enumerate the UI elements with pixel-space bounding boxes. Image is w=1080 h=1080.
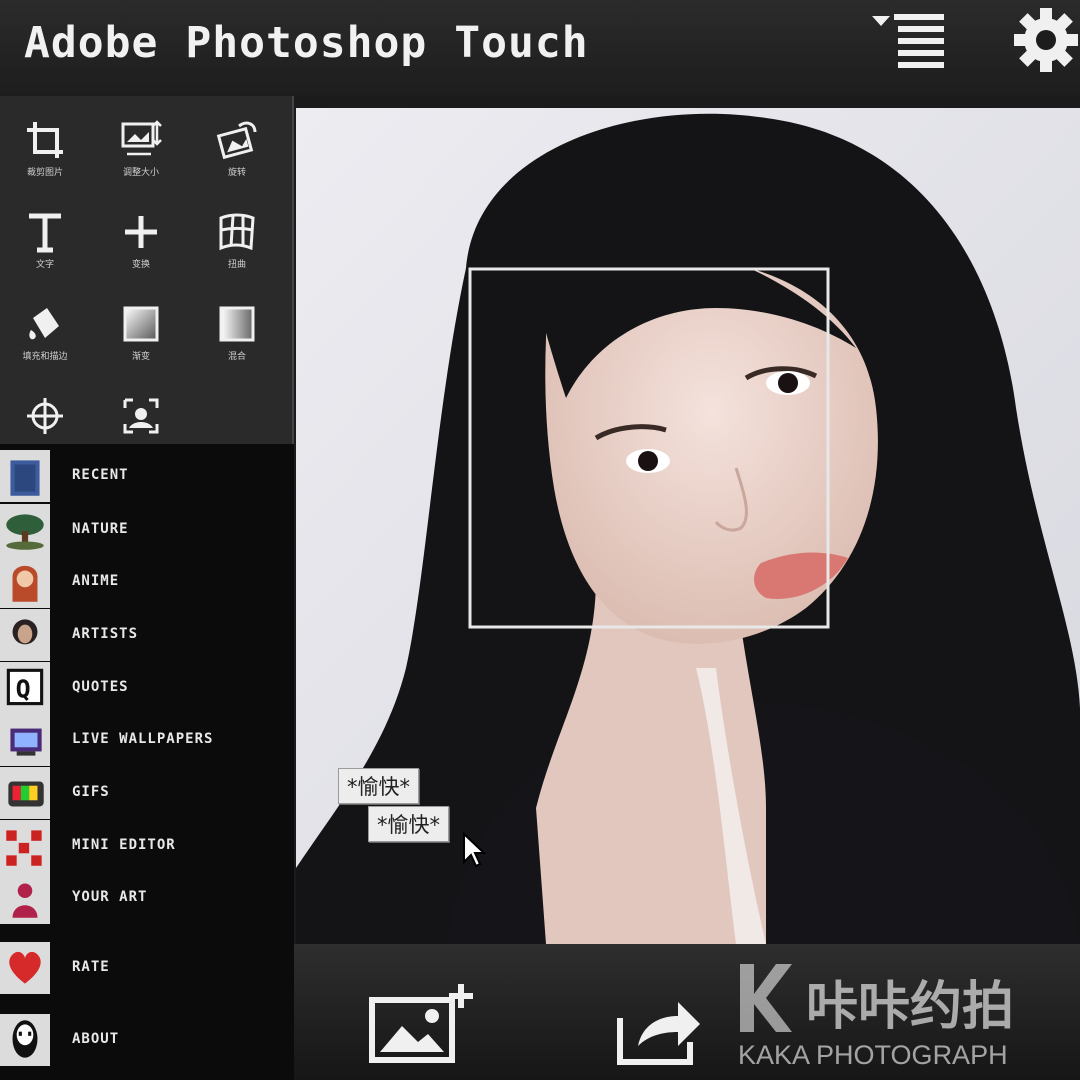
tooltip: *愉快*: [338, 768, 419, 804]
tool-label: 旋转: [227, 168, 246, 178]
resize-image-icon: [121, 120, 162, 156]
tool-paint-bucket[interactable]: 填充和描边: [0, 280, 90, 366]
watermark-brand: 咔咔约拍: [806, 977, 1015, 1037]
watermark-logo: [740, 964, 792, 1032]
tool-resize-image[interactable]: 调整大小: [96, 96, 186, 182]
paint-bucket-icon: [29, 308, 59, 340]
heart-icon: [0, 942, 50, 994]
transform-plus-icon: [125, 216, 157, 248]
mini-editor-thumb: [0, 820, 50, 872]
your-art-thumb: [0, 872, 50, 924]
tool-panel: 裁剪图片 调整大小 旋转文字 变换 扭曲填充和描边 渐变 混合: [0, 96, 294, 492]
watermark: 咔咔约拍 KAKA PHOTOGRAPH: [736, 958, 1066, 1076]
tool-label: 填充和描边: [22, 352, 68, 362]
sidebar-item-rate[interactable]: RATE: [0, 942, 294, 994]
sidebar-item-label: RECENT: [72, 467, 129, 483]
sidebar-item-about[interactable]: ABOUT: [0, 1014, 294, 1066]
app-title: Adobe Photoshop Touch: [24, 18, 589, 68]
top-bar: Adobe Photoshop Touch: [0, 0, 1080, 96]
sidebar-item-quotes[interactable]: Q QUOTES: [0, 662, 294, 714]
mouse-cursor-icon: [463, 832, 486, 868]
tool-warp-grid[interactable]: 扭曲: [192, 188, 282, 274]
sidebar-item-label: LIVE WALLPAPERS: [72, 731, 214, 747]
tool-transform-plus[interactable]: 变换: [96, 188, 186, 274]
text-icon: [29, 213, 61, 253]
sidebar-item-gifs[interactable]: GIFS: [0, 767, 294, 819]
tool-gradient[interactable]: 渐变: [96, 280, 186, 366]
tool-label: 扭曲: [227, 260, 246, 270]
share-icon[interactable]: [612, 990, 704, 1066]
watermark-subtitle: KAKA PHOTOGRAPH: [738, 1040, 1008, 1070]
gear-icon[interactable]: [1010, 4, 1080, 74]
target-icon: [27, 398, 63, 434]
about-icon: [0, 1014, 50, 1066]
sidebar-item-nature[interactable]: NATURE: [0, 504, 294, 556]
tool-label: 调整大小: [122, 168, 159, 178]
sidebar-item-label: MINI EDITOR: [72, 837, 176, 853]
gifs-thumb: [0, 767, 50, 819]
add-image-icon[interactable]: [366, 980, 480, 1066]
sidebar-item-label: ABOUT: [72, 1031, 120, 1047]
sidebar-item-your-art[interactable]: YOUR ART: [0, 872, 294, 924]
tool-label: 文字: [35, 260, 54, 270]
warp-grid-icon: [219, 213, 255, 251]
anime-thumb: [0, 556, 50, 608]
sidebar-item-label: QUOTES: [72, 679, 129, 695]
crop-icon: [27, 122, 63, 158]
tool-label: 裁剪图片: [26, 168, 63, 178]
svg-text:Q: Q: [16, 674, 31, 703]
blend-icon: [219, 306, 255, 342]
tool-crop[interactable]: 裁剪图片: [0, 96, 90, 182]
gradient-icon: [123, 306, 159, 342]
tool-blend[interactable]: 混合: [192, 280, 282, 366]
artists-thumb: [0, 609, 50, 661]
sidebar-item-mini-editor[interactable]: MINI EDITOR: [0, 820, 294, 872]
tool-rotate-image[interactable]: 旋转: [192, 96, 282, 182]
nature-thumb: [0, 504, 50, 556]
tool-label: 混合: [227, 352, 246, 362]
tool-label: 变换: [131, 260, 150, 270]
quotes-thumb: Q: [0, 662, 50, 714]
tooltip: *愉快*: [368, 806, 449, 842]
tool-label: 渐变: [131, 352, 150, 362]
scan-image-icon: [123, 398, 159, 434]
sidebar-item-live-wallpapers[interactable]: LIVE WALLPAPERS: [0, 714, 294, 766]
category-list: RECENT NATURE ANIME ARTISTS Q QUOTES LIVE WALL…: [0, 444, 294, 1080]
sidebar-item-label: GIFS: [72, 784, 110, 800]
dropdown-list-icon[interactable]: [868, 8, 948, 70]
sidebar-item-recent[interactable]: RECENT: [0, 450, 294, 502]
sidebar-item-label: YOUR ART: [72, 889, 148, 905]
tool-text[interactable]: 文字: [0, 188, 90, 274]
live-wallpapers-thumb: [0, 714, 50, 766]
sidebar-item-label: ARTISTS: [72, 626, 139, 642]
rotate-image-icon: [216, 121, 257, 160]
sidebar-item-label: RATE: [72, 959, 110, 975]
recent-thumb: [0, 450, 50, 502]
sidebar-item-label: ANIME: [72, 573, 120, 589]
sidebar-item-anime[interactable]: ANIME: [0, 556, 294, 608]
sidebar-item-label: NATURE: [72, 521, 129, 537]
sidebar-item-artists[interactable]: ARTISTS: [0, 609, 294, 661]
